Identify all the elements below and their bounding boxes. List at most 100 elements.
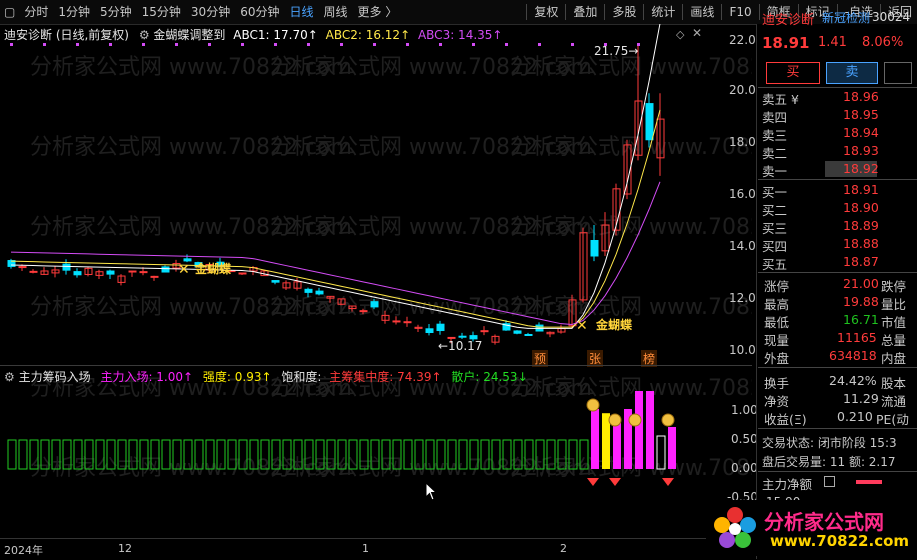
period-30min[interactable]: 30分钟 [186,0,235,24]
btn-fuquan[interactable]: 复权 [529,0,563,24]
date-label: 12 [118,542,132,555]
gear-icon[interactable]: ⚙ [139,28,150,42]
period-weekly[interactable]: 周线 [319,0,353,24]
quote-extra: 内盘 [881,351,907,366]
period-fenshi[interactable]: 分时 [19,0,53,24]
ask-price[interactable]: 18.95 [843,107,879,122]
max-price-label: 21.75→ [594,44,639,58]
price-change-pct: 8.06% [862,35,904,50]
candle-body [524,333,533,336]
sell-button[interactable]: 卖 [826,62,878,84]
watermark-layer: 分析家公式网 www.70822.com 分析家公式网 www.70822.com… [30,55,752,320]
quote-value: 11165 [837,330,877,345]
buy-button[interactable]: 买 [766,62,820,84]
signal-dot [10,43,13,46]
butterfly-icon: ✕ [178,262,190,278]
close-icon[interactable]: ✕ [692,26,702,40]
chart-title: 迪安诊断 (日线,前复权) [4,28,129,42]
min-price-label: ←10.17 [438,339,483,353]
ask-price[interactable]: 18.93 [843,143,879,158]
indicator-legend: ⚙ 主力筹码入场 主力入场: 1.00↑ 强度: 0.93↑ 饱和度: 主筹集中… [4,368,528,385]
main-net-label[interactable]: 主力净额 [762,474,812,493]
watermark-text: 分析家公式网 www.70822.com [510,215,752,240]
watermark-text: 分析家公式网 www.70822.com [510,376,752,401]
candle-body [161,266,170,273]
signal-dot [43,43,46,46]
quote-value: 634818 [829,348,877,363]
quote-extra: 量比 [881,297,907,312]
signal-dot [340,43,343,46]
butterfly-label: 金蝴蝶 [195,262,232,276]
more-button[interactable] [884,62,912,84]
ask-price[interactable]: 18.96 [843,89,879,104]
concept-tag[interactable]: 新冠检测 [822,9,870,26]
bid-price[interactable]: 18.88 [843,236,879,251]
btn-duogu[interactable]: 多股 [607,0,641,24]
site-logo: 分析家公式网 www.70822.com [706,500,914,556]
sanhu-bar [7,439,17,470]
btn-diejia[interactable]: 叠加 [568,0,602,24]
bid-label: 买四 [762,239,788,254]
toolbar-divider [565,4,567,20]
money-bag-icon [586,398,600,412]
gem-icon [587,478,599,486]
divider [758,367,917,368]
diamond-icon[interactable]: ◇ [676,28,684,41]
money-bag-icon [608,413,622,427]
money-bag-icon [628,413,642,427]
toolbar-divider [604,4,606,20]
signal-dot [175,43,178,46]
signal-dot [571,43,574,46]
candle-body [315,290,324,295]
gem-icon [662,478,674,486]
candle-body [425,328,434,333]
candle-body [458,335,467,338]
period-daily[interactable]: 日线 [284,0,318,24]
ask-price[interactable]: 18.94 [843,125,879,140]
date-axis: 2024年 12 1 2 [0,538,752,560]
quote-value: 19.88 [843,294,879,309]
candle-body [18,266,27,269]
btn-tongji[interactable]: 统计 [646,0,680,24]
quote-label: 涨停 [764,279,790,294]
candle-body [29,270,38,273]
period-60min[interactable]: 60分钟 [235,0,284,24]
expand-icon[interactable] [824,476,835,487]
after-hours-volume: 盘后交易量: 11 额: 2.17 [762,455,896,469]
net-amount-bar [856,480,882,484]
quote-extra: PE(动 [876,412,909,427]
indicator-chart[interactable]: 分析家公式网 www.70822.com分析家公式网 www.70822.com… [0,365,752,535]
indicator-name[interactable]: 金蝴蝶调整到 [153,28,225,42]
ask-label: 卖四 [762,110,788,125]
bid-price[interactable]: 18.90 [843,200,879,215]
period-5min[interactable]: 5分钟 [95,0,137,24]
trade-status: 交易状态: 闭市阶段 15:3 [762,436,897,450]
candlestick-chart[interactable]: 分析家公式网 www.70822.com 分析家公式网 www.70822.com… [0,24,752,364]
quote-label: 最低 [764,315,790,330]
candle-body [238,272,247,275]
stock-code: 30024 [872,10,911,24]
toolbar-square-icon[interactable]: ▢ [0,0,19,24]
signal-dot [208,43,211,46]
indicator-title[interactable]: 主力筹码入场 [19,370,91,384]
period-1min[interactable]: 1分钟 [53,0,95,24]
period-15min[interactable]: 15分钟 [137,0,186,24]
gear-icon[interactable]: ⚙ [4,370,15,384]
candle-body [139,271,148,274]
date-label: 2 [560,542,567,555]
candle-body [480,330,489,333]
stock-name[interactable]: 迪安诊断 [762,9,814,28]
candle-body [183,258,192,262]
toolbar-divider [758,4,760,20]
bid-price[interactable]: 18.87 [843,254,879,269]
date-label: 1 [362,542,369,555]
btn-huaxian[interactable]: 画线 [685,0,719,24]
candle-body [513,330,522,334]
ask-price[interactable]: 18.92 [843,161,879,176]
btn-f10[interactable]: F10 [724,0,756,24]
candle-body [436,323,445,332]
bid-price[interactable]: 18.89 [843,218,879,233]
period-more[interactable]: 更多 〉 [353,0,403,24]
toolbar-divider [721,4,723,20]
bid-price[interactable]: 18.91 [843,182,879,197]
